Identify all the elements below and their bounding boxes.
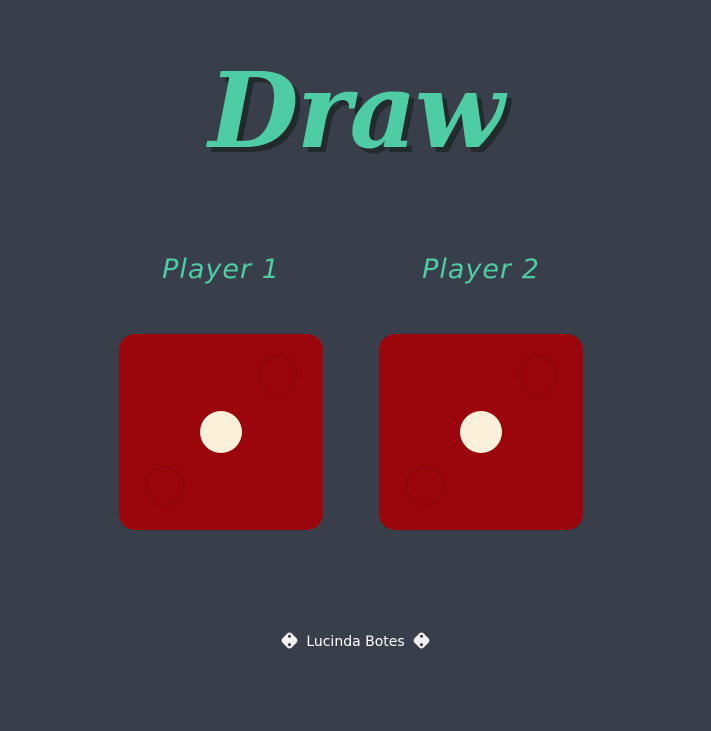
faint-pip-bottom-left	[145, 466, 185, 506]
faint-pip-top-right	[258, 355, 298, 395]
footer: Lucinda Botes	[0, 630, 711, 650]
author-name: Lucinda Botes	[306, 634, 405, 650]
die-pip-center	[200, 411, 242, 453]
faint-pip-bottom-left	[405, 466, 445, 506]
player-2-die	[379, 334, 583, 530]
dice-icon	[412, 630, 431, 650]
player-1-die	[119, 334, 323, 530]
player-1-label: Player 1	[162, 254, 280, 285]
player-2-label: Player 2	[422, 254, 540, 285]
faint-pip-top-right	[518, 355, 558, 395]
dice-icon	[280, 630, 299, 650]
page-title: Draw	[208, 49, 505, 172]
die-pip-center	[460, 411, 502, 453]
